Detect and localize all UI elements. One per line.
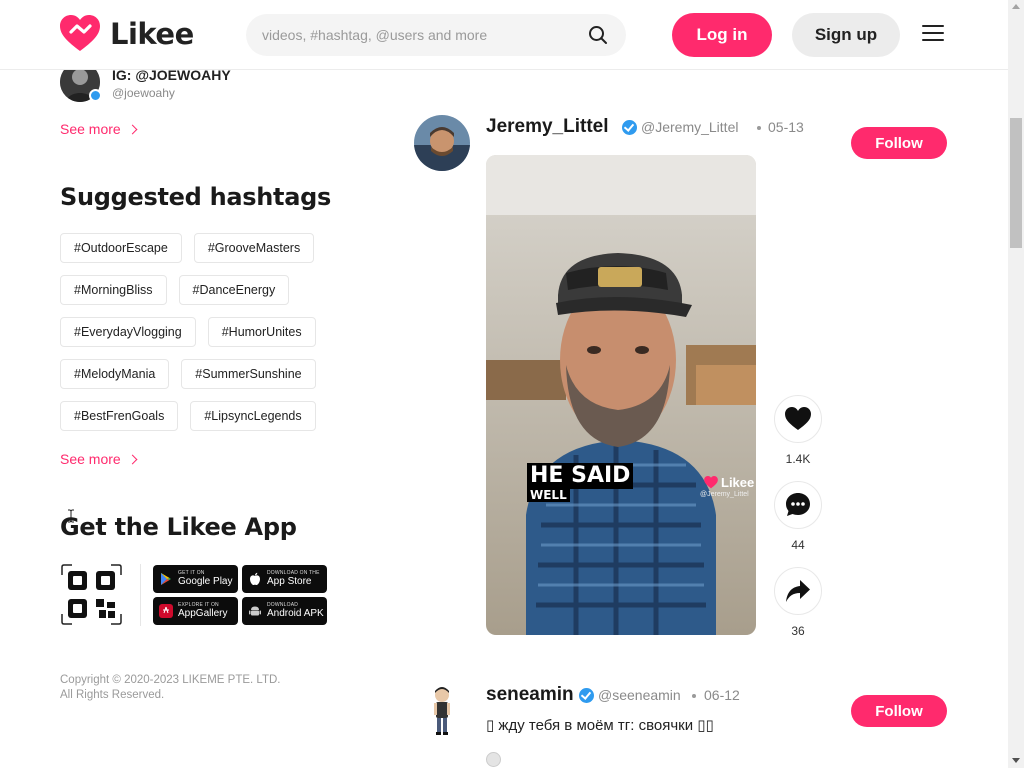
- scrollbar-thumb[interactable]: [1010, 118, 1022, 248]
- watermark-text: Likee: [721, 475, 755, 490]
- post-author-handle[interactable]: @seeneamin: [598, 687, 681, 703]
- post-author-name[interactable]: seneamin: [486, 684, 574, 706]
- top-header: Likee Log in Sign up: [0, 0, 1008, 70]
- app-store-badge[interactable]: DOWNLOAD ON THE App Store: [242, 564, 327, 593]
- store-small-text: EXPLORE IT ON: [178, 601, 219, 608]
- post-caption: ▯ жду тебя в моём тг: своячки ▯▯: [486, 717, 714, 734]
- play-icon: [161, 572, 171, 585]
- search-icon[interactable]: [588, 25, 608, 45]
- copyright-line: Copyright © 2020-2023 LIKEME PTE. LTD.: [60, 674, 281, 686]
- hashtag-chip[interactable]: #MelodyMania: [60, 359, 170, 389]
- emoji-thumbnail: [486, 752, 501, 767]
- video-player[interactable]: HE SAID WELL Likee @Jeremy_Littel: [486, 155, 756, 635]
- chevron-right-icon: [127, 124, 138, 134]
- share-count: 36: [791, 624, 805, 638]
- store-small-text: DOWNLOAD ON THE: [267, 569, 320, 576]
- scroll-down-arrow-icon[interactable]: [1012, 758, 1020, 763]
- video-thumbnail: [486, 155, 756, 635]
- store-name: Google Play: [178, 575, 233, 587]
- likee-logo[interactable]: Likee: [60, 15, 194, 53]
- share-button[interactable]: [774, 567, 822, 615]
- hashtag-chip[interactable]: #EverydayVlogging: [60, 317, 196, 347]
- hamburger-menu-icon[interactable]: [922, 25, 944, 43]
- copyright-text: Copyright © 2020-2023 LIKEME PTE. LTD. A…: [60, 673, 280, 703]
- google-play-badge[interactable]: GET IT ON Google Play: [153, 564, 238, 593]
- store-name: AppGallery: [178, 607, 228, 619]
- follow-button[interactable]: Follow: [851, 695, 947, 727]
- scroll-up-arrow-icon[interactable]: [1012, 4, 1020, 9]
- like-count: 1.4K: [785, 452, 811, 466]
- hashtag-chip[interactable]: #BestFrenGoals: [60, 401, 179, 431]
- copyright-line: All Rights Reserved.: [60, 689, 165, 701]
- store-name: App Store: [267, 575, 312, 587]
- follow-button[interactable]: Follow: [851, 127, 947, 159]
- store-small-text: DOWNLOAD: [267, 601, 299, 608]
- see-more-label: See more: [60, 451, 121, 467]
- signup-button[interactable]: Sign up: [792, 13, 900, 57]
- video-caption-big: HE SAID: [527, 463, 634, 489]
- page-scrollbar[interactable]: [1008, 0, 1024, 768]
- post-date: 06-12: [704, 687, 740, 703]
- verified-badge-icon: [579, 688, 594, 703]
- app-download-row: GET IT ON Google Play DOWNLOAD ON THE App …: [60, 563, 327, 626]
- comment-button[interactable]: [774, 481, 822, 529]
- see-more-label: See more: [60, 121, 121, 137]
- search-input[interactable]: [262, 27, 582, 43]
- login-button[interactable]: Log in: [672, 13, 772, 57]
- hashtag-chip[interactable]: #GrooveMasters: [193, 233, 315, 263]
- store-small-text: GET IT ON: [178, 569, 205, 576]
- chevron-right-icon: [127, 454, 138, 464]
- see-more-accounts-link[interactable]: See more: [60, 121, 138, 137]
- hashtag-list: #OutdoorEscape #GrooveMasters #MorningBl…: [60, 233, 360, 443]
- comment-count: 44: [791, 538, 805, 552]
- see-more-hashtags-link[interactable]: See more: [60, 451, 138, 467]
- verified-badge-icon: [622, 120, 637, 135]
- likee-heart-icon: [60, 15, 100, 51]
- huawei-icon: [159, 603, 173, 618]
- get-app-title: Get the Likee App: [60, 513, 297, 541]
- likee-heart-icon: [704, 476, 718, 489]
- hashtag-chip[interactable]: #OutdoorEscape: [60, 233, 182, 263]
- share-icon: [786, 580, 810, 602]
- separator-dot: [757, 126, 761, 130]
- hashtag-chip[interactable]: #HumorUnites: [207, 317, 316, 347]
- hashtag-chip[interactable]: #SummerSunshine: [181, 359, 316, 389]
- watermark-handle: @Jeremy_Littel: [700, 491, 749, 498]
- app-gallery-badge[interactable]: EXPLORE IT ON AppGallery: [153, 596, 238, 625]
- hashtag-chip[interactable]: #DanceEnergy: [178, 275, 290, 305]
- android-apk-badge[interactable]: DOWNLOAD Android APK: [242, 596, 327, 625]
- heart-icon: [785, 407, 811, 430]
- post-date: 05-13: [768, 119, 804, 135]
- post-author-handle[interactable]: @Jeremy_Littel: [641, 119, 738, 135]
- post-author-avatar[interactable]: [414, 683, 470, 739]
- hashtag-chip[interactable]: #LipsyncLegends: [190, 401, 316, 431]
- logo-text: Likee: [110, 17, 194, 51]
- separator-dot: [692, 694, 696, 698]
- hashtag-chip[interactable]: #MorningBliss: [60, 275, 167, 305]
- store-name: Android APK: [267, 607, 324, 619]
- comment-icon: [786, 493, 810, 516]
- apple-icon: [250, 572, 260, 585]
- like-button[interactable]: [774, 395, 822, 443]
- divider: [140, 563, 141, 626]
- android-icon: [249, 606, 261, 615]
- qr-code-icon[interactable]: [60, 563, 123, 626]
- post-author-avatar[interactable]: [414, 115, 470, 171]
- verified-badge-icon: [89, 89, 102, 102]
- suggested-hashtags-title: Suggested hashtags: [60, 183, 331, 211]
- search-bar[interactable]: [246, 14, 626, 56]
- store-badges: GET IT ON Google Play DOWNLOAD ON THE App …: [153, 564, 327, 625]
- video-watermark: Likee: [704, 475, 754, 490]
- account-handle: @joewoahy: [112, 86, 175, 100]
- post-author-name[interactable]: Jeremy_Littel: [486, 116, 609, 138]
- video-caption-small: WELL: [527, 488, 570, 502]
